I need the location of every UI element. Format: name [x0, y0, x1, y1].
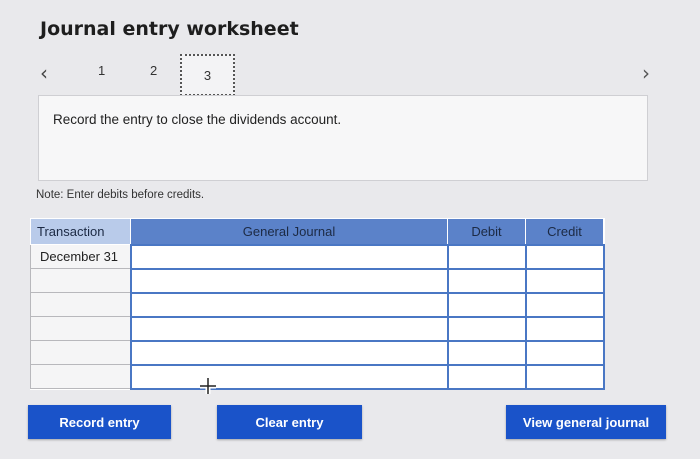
account-input[interactable] [129, 315, 449, 342]
credit-input[interactable] [524, 267, 605, 294]
debit-input[interactable] [446, 339, 527, 366]
page-title: Journal entry worksheet [40, 18, 299, 40]
instruction-text: Record the entry to close the dividends … [53, 112, 342, 127]
credit-input[interactable] [524, 291, 605, 318]
table-row [30, 363, 605, 390]
account-input[interactable] [129, 339, 449, 366]
page-1-link[interactable]: 1 [98, 63, 105, 78]
transaction-cell: December 31 [30, 244, 131, 269]
account-input[interactable] [129, 243, 449, 270]
credit-input[interactable] [524, 243, 605, 270]
transaction-cell [30, 340, 131, 365]
chevron-left-icon[interactable]: ‹ [40, 61, 48, 85]
account-input[interactable] [129, 291, 449, 318]
chevron-right-icon[interactable]: › [642, 61, 650, 85]
page-navigator: ‹ 1 2 3 › [0, 52, 700, 96]
debit-input[interactable] [446, 315, 527, 342]
note-text: Note: Enter debits before credits. [36, 189, 205, 201]
credit-input[interactable] [524, 363, 605, 390]
debit-input[interactable] [446, 363, 527, 390]
table-row [30, 339, 605, 366]
header-debit: Debit [447, 218, 526, 245]
move-cursor-icon [200, 378, 216, 394]
header-transaction: Transaction [30, 218, 131, 245]
journal-table: Transaction General Journal Debit Credit… [30, 218, 605, 390]
credit-input[interactable] [524, 315, 605, 342]
transaction-cell [30, 316, 131, 341]
debit-input[interactable] [446, 267, 527, 294]
view-general-journal-button[interactable]: View general journal [506, 405, 666, 439]
record-entry-button[interactable]: Record entry [28, 405, 171, 439]
table-row [30, 315, 605, 342]
transaction-cell [30, 364, 131, 389]
page-3-label: 3 [203, 67, 212, 83]
debit-input[interactable] [446, 243, 527, 270]
page-2-link[interactable]: 2 [150, 63, 157, 78]
page-3-current[interactable]: 3 [180, 54, 235, 96]
table-row: December 31 [30, 243, 605, 270]
account-input[interactable] [129, 363, 449, 390]
clear-entry-button[interactable]: Clear entry [217, 405, 362, 439]
header-general-journal: General Journal [130, 218, 448, 245]
header-credit: Credit [525, 218, 604, 245]
account-input[interactable] [129, 267, 449, 294]
table-row [30, 267, 605, 294]
transaction-cell [30, 268, 131, 293]
table-header-row: Transaction General Journal Debit Credit [30, 218, 604, 245]
table-row [30, 291, 605, 318]
instruction-box: Record the entry to close the dividends … [38, 95, 648, 181]
debit-input[interactable] [446, 291, 527, 318]
credit-input[interactable] [524, 339, 605, 366]
transaction-cell [30, 292, 131, 317]
